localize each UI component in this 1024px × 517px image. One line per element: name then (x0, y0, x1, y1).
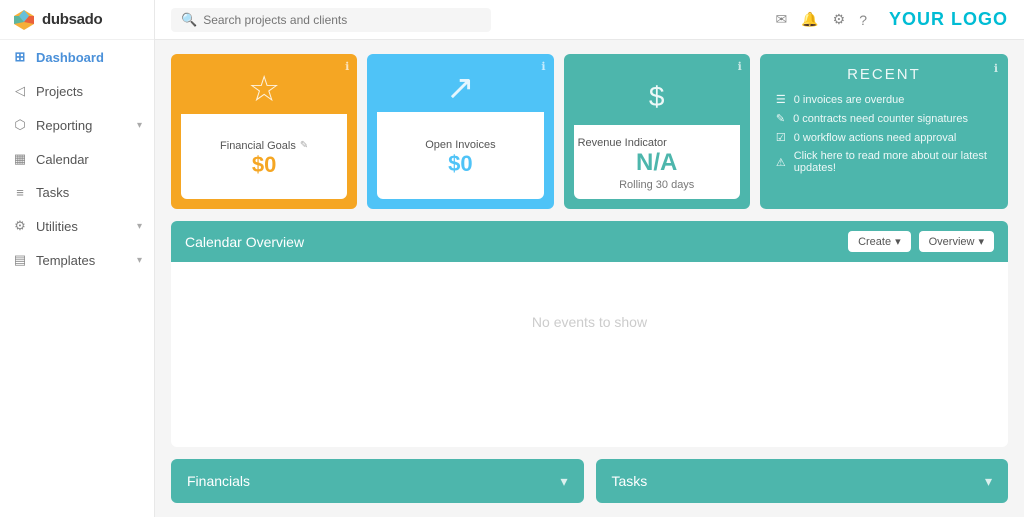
financial-goals-label: Financial Goals ✎ (220, 140, 308, 152)
revenue-info-btn[interactable]: ℹ (738, 60, 742, 73)
main-content: 🔍 ✉ 🔔 ⚙ ? YOUR LOGO ℹ ☆ Financial Goals … (155, 0, 1024, 517)
header: 🔍 ✉ 🔔 ⚙ ? YOUR LOGO (155, 0, 1024, 40)
reporting-chevron: ▾ (137, 120, 142, 131)
recent-item-1: ☰ 0 invoices are overdue (776, 93, 992, 106)
sidebar-item-utilities[interactable]: ⚙ Utilities ▾ (0, 209, 154, 243)
templates-icon: ▤ (12, 252, 28, 268)
recent-item-4[interactable]: ⚠ Click here to read more about our late… (776, 150, 992, 174)
sidebar-label-projects: Projects (36, 84, 83, 99)
sidebar-item-templates[interactable]: ▤ Templates ▾ (0, 243, 154, 277)
financials-chevron-icon: ▾ (560, 473, 567, 490)
star-icon: ☆ (248, 68, 280, 110)
search-area[interactable]: 🔍 (171, 8, 491, 32)
sidebar-label-utilities: Utilities (36, 219, 78, 234)
recent-item-3: ☑ 0 workflow actions need approval (776, 131, 992, 144)
revenue-label: Revenue Indicator (578, 137, 736, 149)
revenue-value: N/A (578, 149, 736, 177)
create-chevron-icon: ▾ (895, 235, 901, 248)
revenue-sublabel: Rolling 30 days (578, 179, 736, 191)
logo-icon (12, 8, 36, 32)
sidebar-label-templates: Templates (36, 253, 95, 268)
revenue-card: ℹ $ Revenue Indicator N/A Rolling 30 day… (564, 54, 750, 209)
tasks-chevron-icon: ▾ (985, 473, 992, 490)
trending-icon: ↗ (446, 68, 475, 108)
reporting-icon: ⬡ (12, 117, 28, 133)
bell-icon[interactable]: 🔔 (801, 11, 818, 28)
logo: dubsado (12, 8, 102, 32)
sidebar-label-calendar: Calendar (36, 152, 89, 167)
calendar-body: No events to show (171, 262, 1008, 382)
sidebar-nav: ⊞ Dashboard ◁ Projects ⬡ Reporting ▾ ▦ C… (0, 40, 154, 277)
calendar-section: Calendar Overview Create ▾ Overview ▾ No… (171, 221, 1008, 447)
projects-icon: ◁ (12, 83, 28, 99)
updates-icon: ⚠ (776, 156, 786, 169)
open-invoices-card: ℹ ↗ Open Invoices $0 (367, 54, 553, 209)
search-input[interactable] (203, 13, 481, 27)
mail-icon[interactable]: ✉ (775, 11, 787, 28)
tasks-icon: ≡ (12, 185, 28, 200)
tasks-label: Tasks (612, 473, 985, 489)
financial-goals-card: ℹ ☆ Financial Goals ✎ $0 (171, 54, 357, 209)
tasks-card[interactable]: Tasks ▾ (596, 459, 1009, 503)
dashboard-icon: ⊞ (12, 49, 28, 65)
recent-title: RECENT (776, 66, 992, 83)
sidebar-item-reporting[interactable]: ⬡ Reporting ▾ (0, 108, 154, 142)
utilities-icon: ⚙ (12, 218, 28, 234)
sidebar-label-tasks: Tasks (36, 185, 69, 200)
sidebar-label-dashboard: Dashboard (36, 50, 104, 65)
sidebar-label-reporting: Reporting (36, 118, 92, 133)
financial-edit-icon[interactable]: ✎ (300, 140, 308, 151)
calendar-empty-text: No events to show (532, 314, 647, 330)
invoice-overdue-icon: ☰ (776, 93, 786, 106)
header-icons: ✉ 🔔 ⚙ ? YOUR LOGO (775, 9, 1008, 30)
content-area: ℹ ☆ Financial Goals ✎ $0 ℹ ↗ Open Invoic… (155, 40, 1024, 517)
recent-card: ℹ RECENT ☰ 0 invoices are overdue ✎ 0 co… (760, 54, 1008, 209)
sidebar: dubsado ⊞ Dashboard ◁ Projects ⬡ Reporti… (0, 0, 155, 517)
financials-card[interactable]: Financials ▾ (171, 459, 584, 503)
sidebar-item-calendar[interactable]: ▦ Calendar (0, 142, 154, 176)
sidebar-item-projects[interactable]: ◁ Projects (0, 74, 154, 108)
invoices-info-btn[interactable]: ℹ (541, 60, 545, 73)
calendar-header: Calendar Overview Create ▾ Overview ▾ (171, 221, 1008, 262)
recent-item-2: ✎ 0 contracts need counter signatures (776, 112, 992, 125)
invoices-value: $0 (448, 151, 472, 177)
search-icon: 🔍 (181, 12, 197, 28)
utilities-chevron: ▾ (137, 221, 142, 232)
recent-info-btn[interactable]: ℹ (994, 62, 998, 75)
workflow-icon: ☑ (776, 131, 786, 144)
sidebar-item-dashboard[interactable]: ⊞ Dashboard (0, 40, 154, 74)
create-button[interactable]: Create ▾ (848, 231, 911, 252)
calendar-icon: ▦ (12, 151, 28, 167)
your-logo-text: YOUR LOGO (889, 9, 1008, 30)
calendar-title: Calendar Overview (185, 234, 840, 250)
overview-button[interactable]: Overview ▾ (919, 231, 994, 252)
help-icon[interactable]: ? (859, 12, 867, 28)
overview-chevron-icon: ▾ (978, 235, 984, 248)
logo-area: dubsado (0, 0, 154, 40)
logo-text: dubsado (42, 11, 102, 28)
sidebar-item-tasks[interactable]: ≡ Tasks (0, 176, 154, 209)
invoices-label: Open Invoices (425, 139, 495, 151)
financial-goals-value: $0 (252, 152, 276, 178)
bottom-row: Financials ▾ Tasks ▾ (171, 459, 1008, 503)
cards-row: ℹ ☆ Financial Goals ✎ $0 ℹ ↗ Open Invoic… (171, 54, 1008, 209)
templates-chevron: ▾ (137, 255, 142, 266)
contract-icon: ✎ (776, 112, 785, 125)
financial-info-btn[interactable]: ℹ (345, 60, 349, 73)
settings-icon[interactable]: ⚙ (833, 11, 846, 28)
financials-label: Financials (187, 473, 560, 489)
